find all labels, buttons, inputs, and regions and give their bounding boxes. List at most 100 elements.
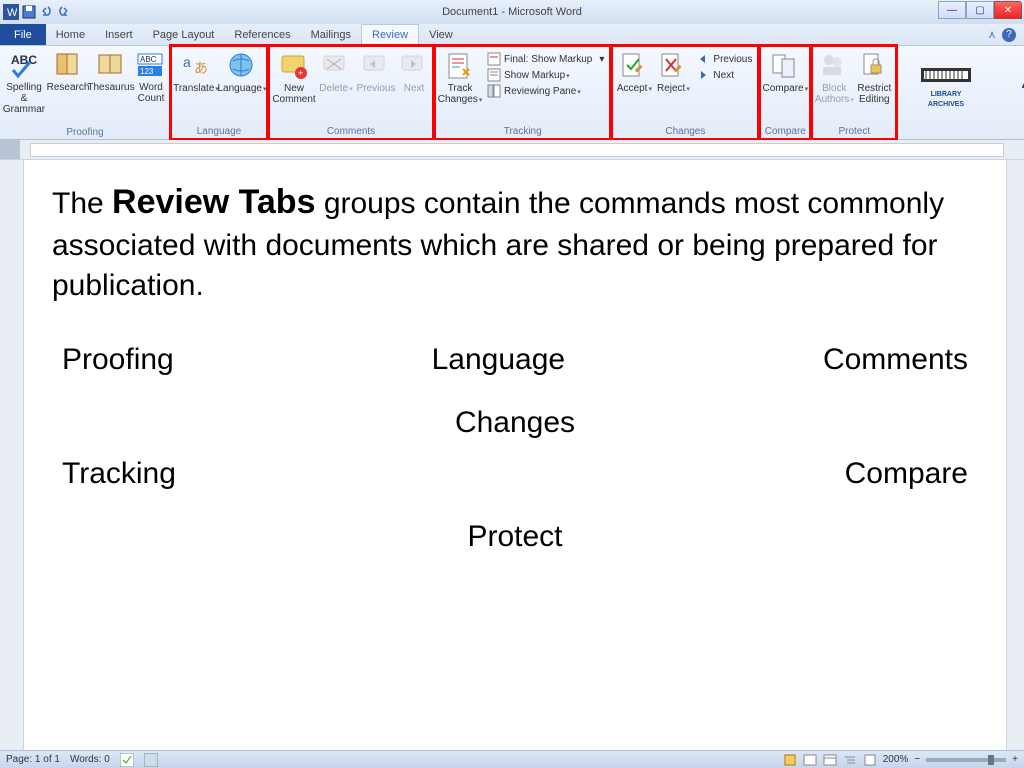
globe-icon (227, 51, 257, 81)
prev-comment-icon (361, 51, 391, 81)
group-language: aあ Translate Language Language (169, 44, 269, 141)
thesaurus-button[interactable]: Thesaurus (90, 48, 132, 95)
group-label-changes: Changes (615, 125, 755, 138)
svg-text:LIBRARY: LIBRARY (931, 91, 962, 98)
macro-status-icon[interactable] (144, 753, 158, 767)
group-labels-list: Proofing Language Comments Changes Track… (52, 337, 978, 559)
word-count-button[interactable]: ABC123 Word Count (134, 48, 168, 106)
draft-view-icon[interactable] (863, 753, 877, 767)
status-words[interactable]: Words: 0 (70, 754, 110, 765)
spell-check-status-icon[interactable] (120, 753, 134, 767)
reject-button[interactable]: Reject (655, 49, 691, 96)
label-changes: Changes (455, 406, 575, 439)
svg-text:ABC: ABC (11, 53, 37, 67)
previous-comment-button[interactable]: Previous (356, 49, 396, 96)
group-label-compare: Compare (763, 125, 807, 138)
tab-home[interactable]: Home (46, 24, 95, 45)
label-language: Language (432, 337, 565, 382)
show-markup-dropdown[interactable]: Show Markup (484, 67, 607, 83)
tab-insert[interactable]: Insert (95, 24, 143, 45)
help-icon[interactable]: ? (1002, 28, 1016, 42)
label-protect: Protect (467, 520, 562, 553)
block-authors-icon (819, 51, 849, 81)
display-for-review-dropdown[interactable]: Final: Show Markup▾ (484, 51, 607, 67)
svg-text:W: W (7, 7, 18, 19)
svg-text:123: 123 (140, 67, 154, 76)
language-button[interactable]: Language (220, 49, 264, 96)
tab-mailings[interactable]: Mailings (301, 24, 361, 45)
status-bar: Page: 1 of 1 Words: 0 200% − + (0, 750, 1024, 768)
group-comments: + New Comment Delete Previous Next Comme… (267, 44, 435, 141)
svg-text:ABC: ABC (140, 55, 157, 64)
zoom-in-button[interactable]: + (1012, 754, 1018, 765)
spelling-grammar-button[interactable]: ABC Spelling & Grammar (2, 48, 46, 117)
outline-view-icon[interactable] (843, 753, 857, 767)
libraries-literacy-logo: LIBRARIESLITERACY (994, 46, 1024, 139)
tab-review[interactable]: Review (361, 24, 419, 45)
previous-change-button[interactable]: Previous (693, 51, 755, 67)
compare-icon (770, 51, 800, 81)
print-layout-view-icon[interactable] (783, 753, 797, 767)
horizontal-ruler[interactable] (0, 140, 1024, 160)
next-comment-button[interactable]: Next (398, 49, 430, 96)
next-arrow-icon (696, 68, 710, 82)
ribbon: ABC Spelling & Grammar Research Thesauru… (0, 46, 1024, 140)
label-tracking: Tracking (62, 451, 176, 496)
research-icon (53, 50, 83, 80)
close-button[interactable]: ✕ (994, 1, 1022, 19)
next-change-button[interactable]: Next (693, 67, 755, 83)
translate-icon: aあ (181, 51, 211, 81)
file-tab[interactable]: File (0, 24, 46, 45)
markup-icon (487, 52, 501, 66)
group-label-tracking: Tracking (438, 125, 607, 138)
zoom-level[interactable]: 200% (883, 754, 909, 765)
word-app-icon: W (3, 4, 19, 20)
label-proofing: Proofing (62, 337, 174, 382)
status-page[interactable]: Page: 1 of 1 (6, 754, 60, 765)
group-protect: Block Authors Restrict Editing Protect (810, 44, 898, 141)
group-label-comments: Comments (272, 125, 430, 138)
reviewing-pane-icon (487, 84, 501, 98)
save-icon[interactable] (21, 4, 37, 20)
zoom-out-button[interactable]: − (914, 754, 920, 765)
maximize-button[interactable]: ▢ (966, 1, 994, 19)
compare-button[interactable]: Compare (763, 49, 807, 96)
research-button[interactable]: Research (48, 48, 88, 95)
group-tracking: Track Changes Final: Show Markup▾ Show M… (433, 44, 612, 141)
block-authors-button[interactable]: Block Authors (815, 49, 853, 107)
redo-icon[interactable] (57, 4, 73, 20)
delete-comment-icon (321, 51, 351, 81)
group-changes: Accept Reject Previous Next Changes (610, 44, 760, 141)
minimize-ribbon-icon[interactable]: ⋏ (988, 28, 996, 41)
prev-arrow-icon (696, 52, 710, 66)
accept-icon (619, 51, 649, 81)
delete-comment-button[interactable]: Delete (318, 49, 354, 96)
tab-page-layout[interactable]: Page Layout (143, 24, 225, 45)
restrict-editing-button[interactable]: Restrict Editing (855, 49, 893, 107)
tab-references[interactable]: References (224, 24, 300, 45)
show-markup-icon (487, 68, 501, 82)
group-label-proofing: Proofing (2, 126, 168, 139)
web-layout-view-icon[interactable] (823, 753, 837, 767)
track-changes-icon (445, 51, 475, 81)
tab-view[interactable]: View (419, 24, 463, 45)
minimize-button[interactable]: — (938, 1, 966, 19)
accept-button[interactable]: Accept (615, 49, 653, 96)
thesaurus-icon (96, 50, 126, 80)
zoom-slider[interactable] (926, 758, 1006, 762)
track-changes-button[interactable]: Track Changes (438, 49, 482, 107)
spelling-icon: ABC (9, 50, 39, 80)
title-bar: W Document1 - Microsoft Word — ▢ ✕ (0, 0, 1024, 24)
vertical-scrollbar[interactable] (1006, 160, 1024, 750)
intro-paragraph: The Review Tabs groups contain the comma… (52, 180, 978, 307)
translate-button[interactable]: aあ Translate (174, 49, 218, 96)
full-screen-view-icon[interactable] (803, 753, 817, 767)
svg-text:+: + (298, 68, 303, 78)
reviewing-pane-dropdown[interactable]: Reviewing Pane (484, 83, 607, 99)
new-comment-button[interactable]: + New Comment (272, 49, 316, 107)
vertical-ruler[interactable] (0, 160, 24, 750)
document-page[interactable]: The Review Tabs groups contain the comma… (24, 160, 1006, 750)
undo-icon[interactable] (39, 4, 55, 20)
new-comment-icon: + (279, 51, 309, 81)
group-proofing: ABC Spelling & Grammar Research Thesauru… (0, 46, 171, 139)
